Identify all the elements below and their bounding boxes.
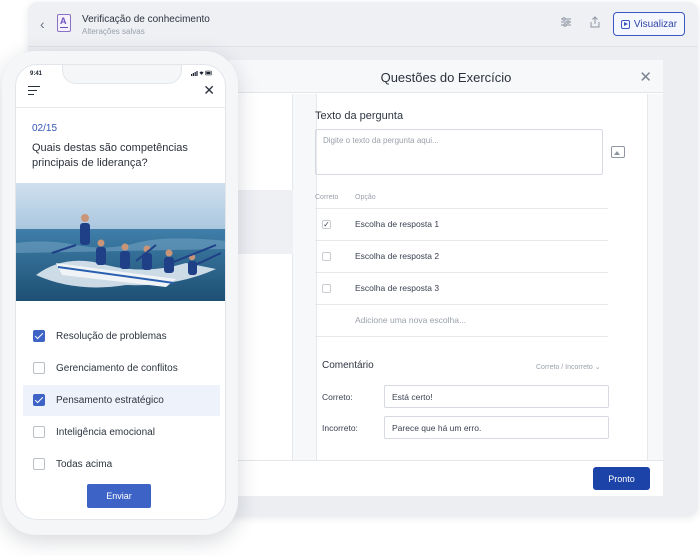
play-icon xyxy=(620,19,630,29)
option-label[interactable]: Escolha de resposta 2 xyxy=(355,251,439,261)
top-bar: ‹ A Verificação de conhecimento Alteraçõ… xyxy=(28,2,698,47)
add-option-row: Adicione uma nova escolha... xyxy=(315,304,608,336)
back-icon[interactable]: ‹ xyxy=(40,16,54,32)
add-option-input[interactable]: Adicione uma nova escolha... xyxy=(355,315,466,325)
answer-option[interactable]: Inteligência emocional xyxy=(23,417,220,448)
answer-checkbox[interactable] xyxy=(33,426,45,438)
answer-label: Gerenciamento de conflitos xyxy=(56,363,178,374)
phone-screen: 9:41 ✕ 02/15 Quais destas são competênci… xyxy=(15,64,226,520)
answer-checkbox[interactable] xyxy=(33,330,45,342)
answer-checkbox[interactable] xyxy=(33,458,45,470)
questions-modal: Questões do Exercício ✕ Texto da pergunt… xyxy=(229,60,663,496)
document-icon: A xyxy=(57,14,71,32)
phone-frame: 9:41 ✕ 02/15 Quais destas são competênci… xyxy=(2,51,238,535)
modal-header: Questões do Exercício ✕ xyxy=(229,60,663,93)
answer-option[interactable]: Gerenciamento de conflitos xyxy=(23,353,220,384)
share-icon[interactable] xyxy=(588,16,602,30)
comment-toggle-label: Correto / Incorreto xyxy=(536,364,593,371)
left-gutter xyxy=(293,94,317,460)
preview-button[interactable]: Visualizar xyxy=(613,12,685,36)
correct-feedback-label: Correto: xyxy=(322,392,353,402)
answer-label: Inteligência emocional xyxy=(56,427,155,438)
preview-label: Visualizar xyxy=(633,18,678,30)
incorrect-feedback-label: Incorreto: xyxy=(322,423,358,433)
answer-option[interactable]: Todas acima xyxy=(23,449,220,480)
question-list-item-selected[interactable] xyxy=(229,190,293,254)
menu-icon[interactable] xyxy=(28,86,40,96)
phone-notch xyxy=(62,65,182,84)
question-label: Texto da pergunta xyxy=(315,110,404,122)
option-label[interactable]: Escolha de resposta 1 xyxy=(355,219,439,229)
sliders-icon[interactable] xyxy=(559,16,573,30)
answer-label: Resolução de problemas xyxy=(56,331,167,342)
question-textarea[interactable]: Digite o texto da pergunta aqui... xyxy=(315,129,603,175)
column-correct: Correto xyxy=(315,194,339,201)
option-row: Escolha de resposta 3 xyxy=(315,272,608,304)
answer-checkbox[interactable] xyxy=(33,394,45,406)
app-title: Verificação de conhecimento xyxy=(82,14,210,25)
correct-checkbox[interactable] xyxy=(322,284,331,293)
status-time: 9:41 xyxy=(30,71,43,77)
divider xyxy=(315,336,608,337)
answer-checkbox[interactable] xyxy=(33,362,45,374)
option-row: ✓ Escolha de resposta 1 xyxy=(315,208,608,240)
close-icon[interactable]: ✕ xyxy=(639,68,652,86)
right-gutter xyxy=(647,94,663,460)
correct-checkbox[interactable] xyxy=(322,252,331,261)
question-text: Quais destas são competências principais… xyxy=(32,142,188,169)
question-list xyxy=(229,94,293,460)
option-label[interactable]: Escolha de resposta 3 xyxy=(355,283,439,293)
question-counter: 02/15 xyxy=(32,123,58,134)
correct-feedback-field[interactable]: Está certo! xyxy=(384,385,609,408)
column-option: Opção xyxy=(355,194,376,201)
answer-label: Todas acima xyxy=(56,459,113,470)
chevron-down-icon: ⌄ xyxy=(594,364,601,371)
modal-title: Questões do Exercício xyxy=(380,70,512,85)
stage: ‹ A Verificação de conhecimento Alteraçõ… xyxy=(0,0,700,556)
divider xyxy=(16,107,225,108)
answer-label: Pensamento estratégico xyxy=(56,395,164,406)
incorrect-feedback-field[interactable]: Parece que há um erro. xyxy=(384,416,609,439)
comment-toggle[interactable]: Correto / Incorreto ⌄ xyxy=(536,363,601,371)
comment-title: Comentário xyxy=(322,360,374,371)
submit-button[interactable]: Enviar xyxy=(87,484,151,508)
rowing-photo xyxy=(16,183,225,301)
image-icon[interactable] xyxy=(611,146,625,158)
answer-option[interactable]: Resolução de problemas xyxy=(23,321,220,352)
correct-checkbox[interactable]: ✓ xyxy=(322,220,331,229)
option-row: Escolha de resposta 2 xyxy=(315,240,608,272)
done-button[interactable]: Pronto xyxy=(593,467,650,490)
save-status: Alterações salvas xyxy=(82,27,145,36)
answer-option[interactable]: Pensamento estratégico xyxy=(23,385,220,416)
close-icon[interactable]: ✕ xyxy=(203,82,215,99)
status-icons xyxy=(191,70,213,78)
